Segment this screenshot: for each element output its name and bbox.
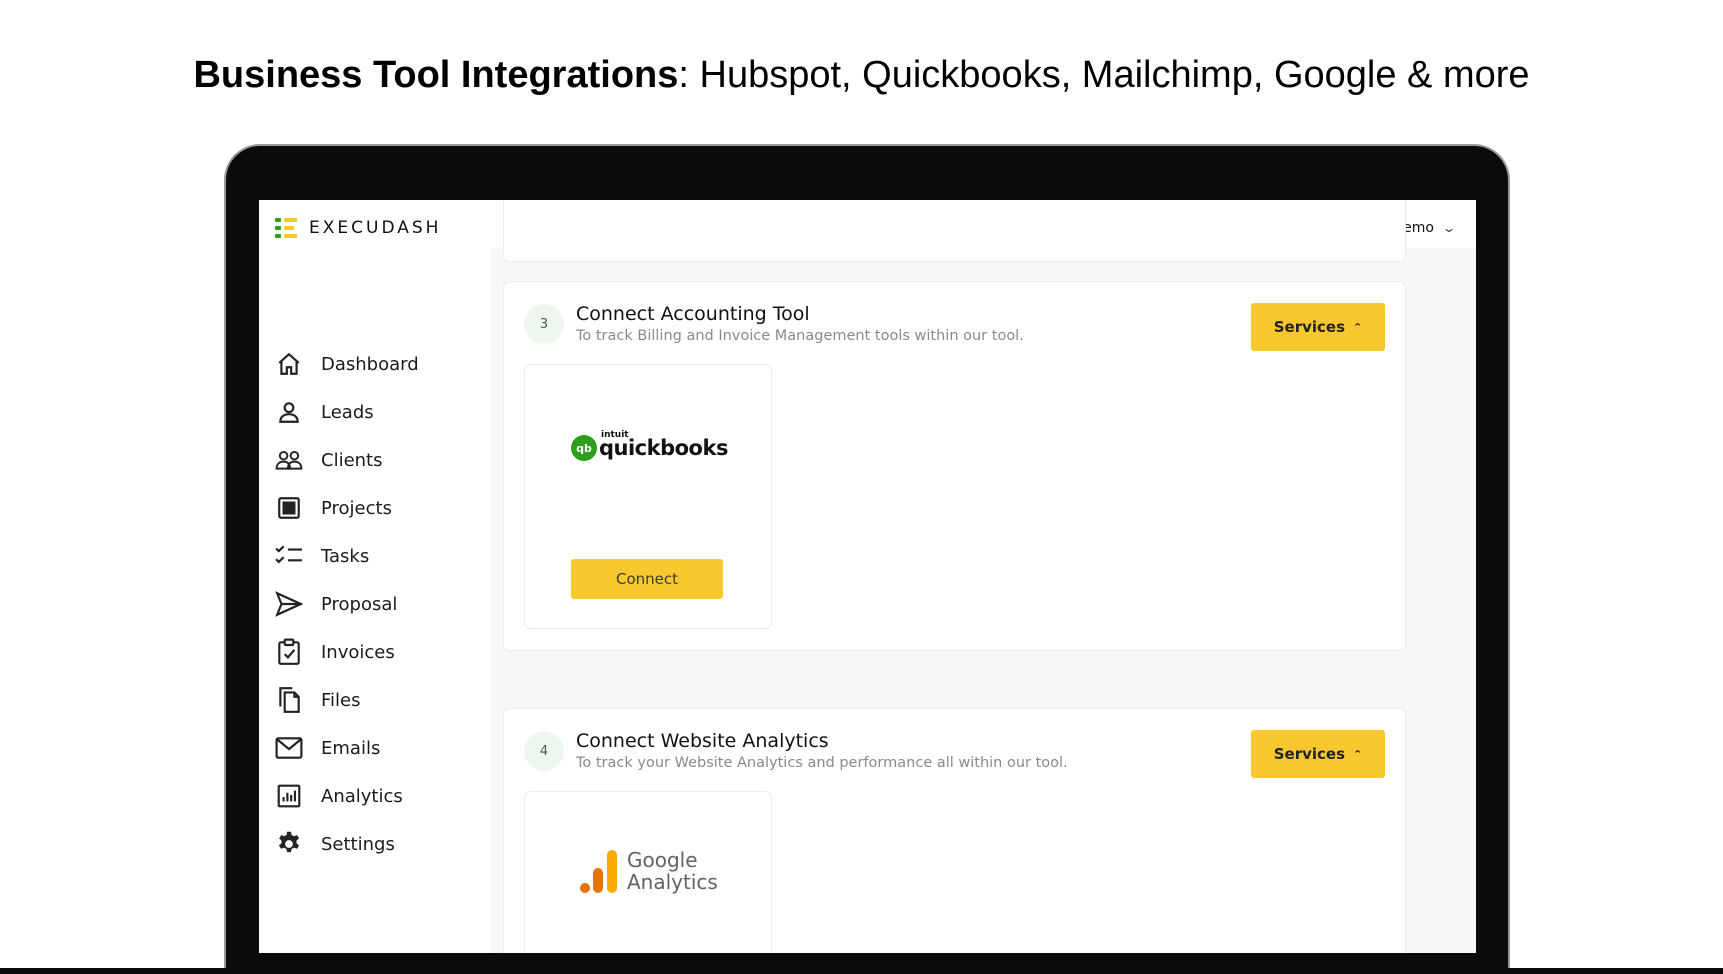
sidebar-item-projects[interactable]: Projects <box>275 494 392 522</box>
execudash-logo-icon <box>275 218 297 238</box>
step-subtitle: To track Billing and Invoice Management … <box>576 328 1024 344</box>
connect-button[interactable]: Connect <box>571 559 723 599</box>
google-analytics-tile: Google Analytics <box>524 791 772 953</box>
step-title: Connect Accounting Tool <box>576 303 810 325</box>
headline-bold: Business Tool Integrations <box>193 54 679 96</box>
sidebar-item-settings[interactable]: Settings <box>275 830 395 858</box>
sidebar-item-label: Settings <box>321 833 395 855</box>
services-button[interactable]: Services ⌃ <box>1251 303 1385 351</box>
home-icon <box>275 350 303 378</box>
quickbooks-tile: qb intuit quickbooks Connect <box>524 364 772 629</box>
sidebar-item-label: Emails <box>321 737 381 759</box>
step-title: Connect Website Analytics <box>576 730 829 752</box>
step-card-analytics: 4 Connect Website Analytics To track you… <box>503 708 1406 953</box>
quickbooks-logo: qb intuit quickbooks <box>571 430 728 461</box>
ga-line-1: Google <box>627 848 698 872</box>
mail-icon <box>275 734 303 762</box>
sidebar-item-analytics[interactable]: Analytics <box>275 782 403 810</box>
services-label: Services <box>1273 318 1346 336</box>
sidebar-item-invoices[interactable]: Invoices <box>275 638 395 666</box>
sidebar-item-files[interactable]: Files <box>275 686 361 714</box>
chevron-down-icon: ⌄ <box>1441 221 1457 235</box>
services-label: Services <box>1273 745 1346 763</box>
services-button[interactable]: Services ⌃ <box>1251 730 1385 778</box>
google-analytics-icon <box>580 850 617 893</box>
sidebar-item-label: Analytics <box>321 785 403 807</box>
sidebar-item-emails[interactable]: Emails <box>275 734 380 762</box>
brand-name: EXECUDASH <box>309 218 442 238</box>
sidebar-item-label: Invoices <box>321 641 395 663</box>
chevron-up-icon: ⌃ <box>1353 320 1363 334</box>
step-number: 3 <box>524 304 564 344</box>
sidebar-item-tasks[interactable]: Tasks <box>275 542 369 570</box>
gear-icon <box>275 830 303 858</box>
grid-icon <box>275 494 303 522</box>
google-analytics-logo: Google Analytics <box>579 848 718 894</box>
sidebar-item-label: Leads <box>321 401 374 423</box>
ga-line-2: Analytics <box>627 870 718 894</box>
sidebar-item-label: Dashboard <box>321 353 419 375</box>
brand[interactable]: EXECUDASH <box>275 218 441 238</box>
users-icon <box>275 446 303 474</box>
app-screen: EXECUDASH Execudash Demo ⌄ Dashboard Lea… <box>259 200 1476 953</box>
send-icon <box>275 590 303 618</box>
step-subtitle: To track your Website Analytics and perf… <box>576 755 1068 771</box>
intuit-label: intuit <box>601 430 629 440</box>
sidebar-item-leads[interactable]: Leads <box>275 398 374 426</box>
laptop-base <box>0 968 1723 974</box>
chart-icon <box>275 782 303 810</box>
quickbooks-mark-icon: qb <box>571 435 597 461</box>
clipboard-check-icon <box>275 638 303 666</box>
user-icon <box>275 398 303 426</box>
chevron-up-icon: ⌃ <box>1353 747 1363 761</box>
page-headline: Business Tool Integrations: Hubspot, Qui… <box>0 54 1723 97</box>
step-number: 4 <box>524 731 564 771</box>
sidebar-item-label: Projects <box>321 497 392 519</box>
checklist-icon <box>275 542 303 570</box>
sidebar-item-label: Proposal <box>321 593 398 615</box>
previous-step-card <box>503 200 1406 262</box>
files-icon <box>275 686 303 714</box>
sidebar-item-proposal[interactable]: Proposal <box>275 590 397 618</box>
step-card-accounting: 3 Connect Accounting Tool To track Billi… <box>503 281 1406 651</box>
sidebar-item-label: Tasks <box>321 545 370 567</box>
sidebar-item-clients[interactable]: Clients <box>275 446 383 474</box>
sidebar-item-label: Files <box>321 689 361 711</box>
headline-rest: : Hubspot, Quickbooks, Mailchimp, Google… <box>678 54 1530 96</box>
sidebar-item-label: Clients <box>321 449 383 471</box>
sidebar-item-dashboard[interactable]: Dashboard <box>275 350 419 378</box>
